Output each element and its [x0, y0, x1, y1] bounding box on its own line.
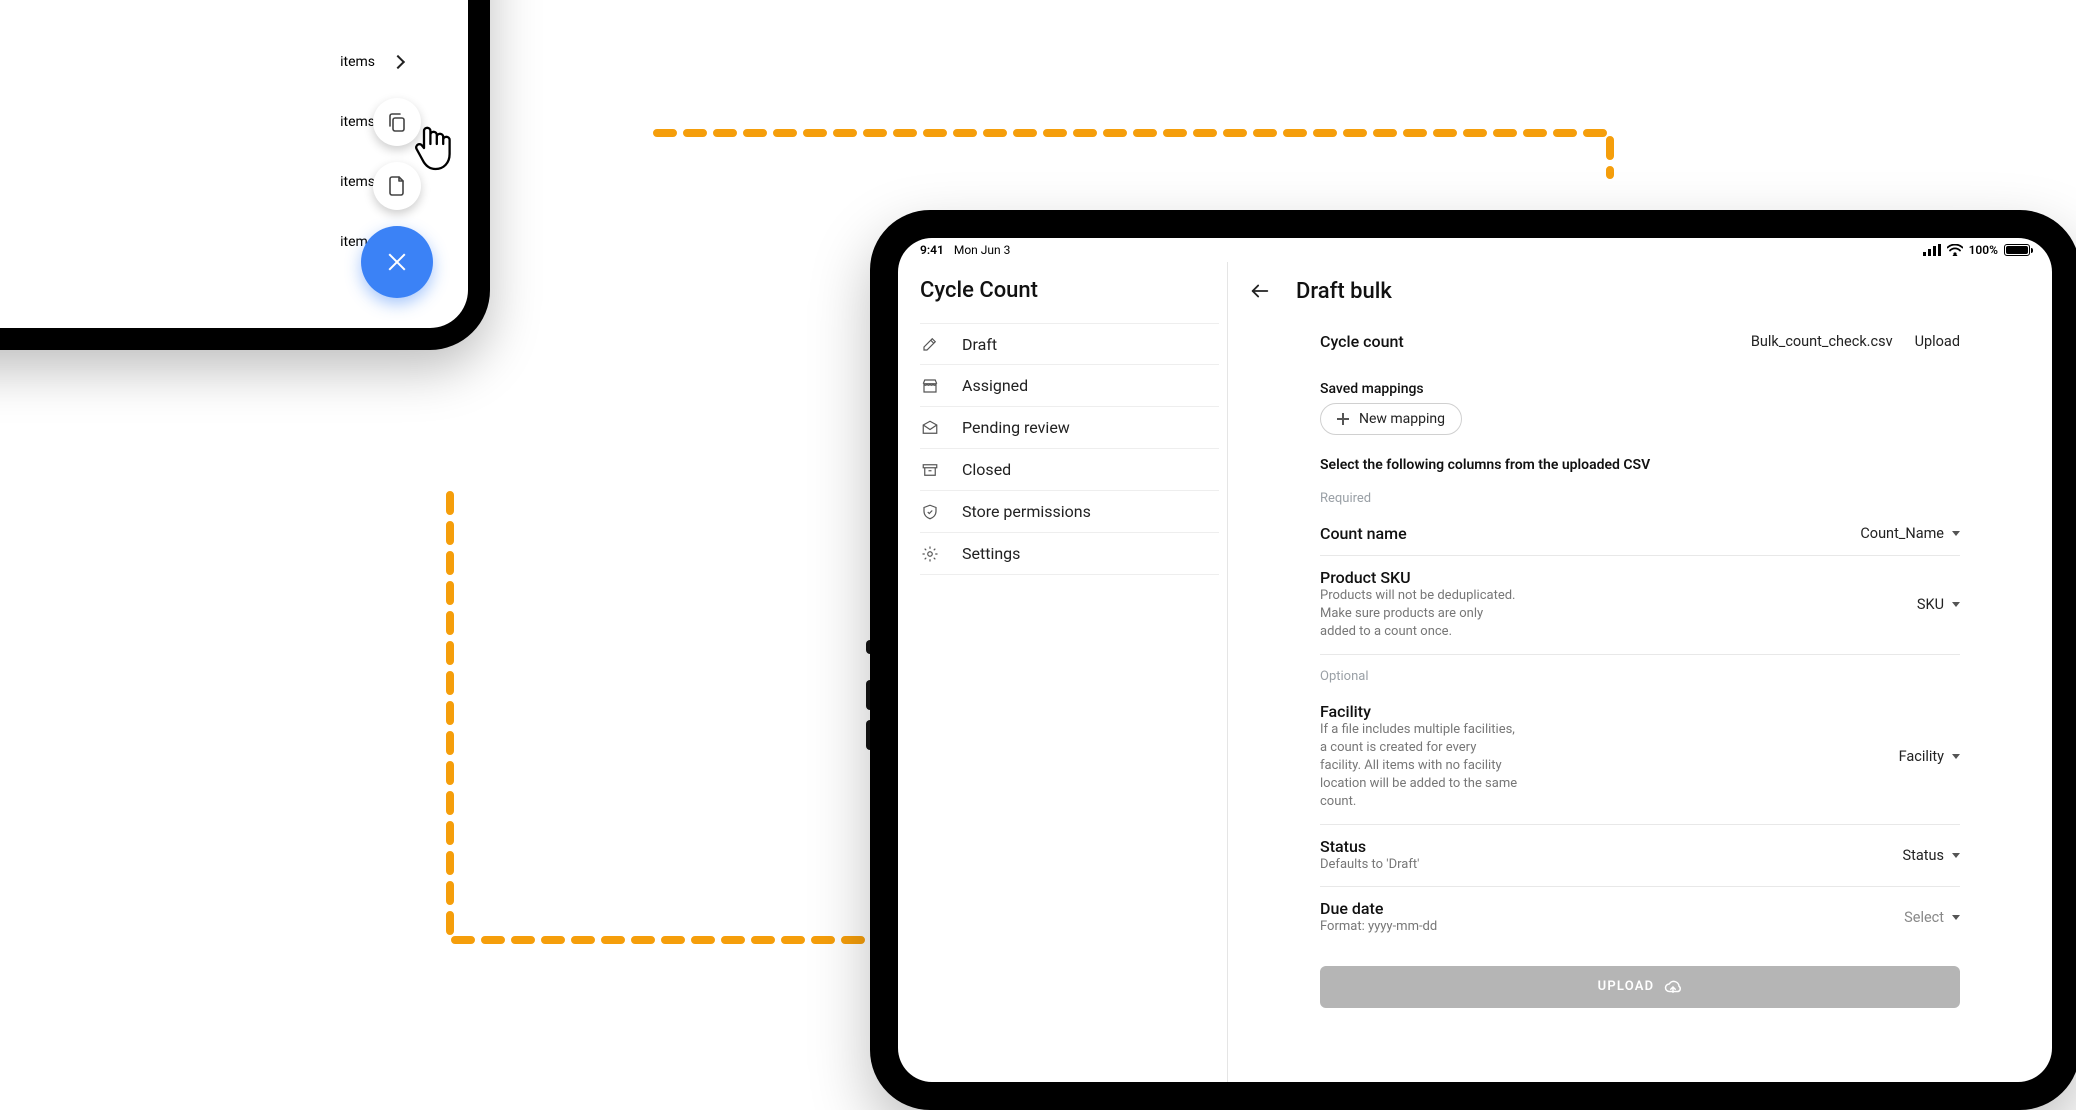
device-side-button [866, 720, 870, 750]
plus-icon [1337, 413, 1349, 425]
select-value: Status [1903, 847, 1944, 864]
cloud-upload-icon [1664, 978, 1682, 996]
status-bar: 9:41 Mon Jun 3 100% [898, 238, 2052, 262]
upload-button[interactable]: UPLOAD [1320, 966, 1960, 1008]
new-mapping-label: New mapping [1359, 411, 1445, 427]
gear-icon [920, 544, 940, 564]
close-icon [385, 250, 409, 274]
row-sub: Format: yyyy-mm-dd [1320, 918, 1437, 936]
tablet-right-screen: 9:41 Mon Jun 3 100% [898, 238, 2052, 1082]
store-icon [920, 376, 940, 396]
select-facility[interactable]: Facility [1899, 748, 1960, 765]
tablet-left-screen: items items items items [0, 0, 468, 328]
status-date: Mon Jun 3 [954, 243, 1011, 257]
select-due-date[interactable]: Select [1904, 909, 1960, 926]
select-value: SKU [1917, 596, 1944, 613]
row-count-name: Count name Count_Name [1320, 512, 1960, 556]
select-status[interactable]: Status [1903, 847, 1960, 864]
document-fab[interactable] [373, 162, 421, 210]
sidebar-item-store-permissions[interactable]: Store permissions [920, 491, 1219, 533]
shield-icon [920, 502, 940, 522]
row-sub: If a file includes multiple facilities, … [1320, 721, 1520, 812]
archive-icon [920, 460, 940, 480]
upload-button-label: UPLOAD [1598, 979, 1655, 994]
sidebar-item-label: Assigned [962, 376, 1028, 395]
row-due-date: Due date Format: yyyy-mm-dd Select [1320, 887, 1960, 948]
edit-icon [920, 334, 940, 354]
row-title: Facility [1320, 702, 1520, 721]
sidebar: Cycle Count Draft Assigned [898, 262, 1228, 1082]
row-facility: Facility If a file includes multiple fac… [1320, 690, 1960, 825]
select-value: Select [1904, 909, 1944, 926]
chevron-down-icon [1952, 754, 1960, 759]
required-section-label: Required [1320, 477, 1960, 512]
list-item-label: items [340, 54, 375, 70]
chevron-down-icon [1952, 915, 1960, 920]
cycle-count-row: Cycle count Bulk_count_check.csv Upload [1320, 320, 1960, 363]
sidebar-title: Cycle Count [898, 268, 1227, 323]
wifi-icon [1947, 244, 1963, 256]
sidebar-item-label: Closed [962, 460, 1011, 479]
saved-mappings-label: Saved mappings [1320, 363, 1960, 403]
chevron-down-icon [1952, 602, 1960, 607]
row-title: Product SKU [1320, 568, 1520, 587]
cell-signal-icon [1923, 244, 1941, 256]
chevron-right-icon [391, 55, 405, 69]
mail-open-icon [920, 418, 940, 438]
sidebar-item-label: Draft [962, 335, 997, 354]
row-title: Due date [1320, 899, 1437, 918]
row-status: Status Defaults to 'Draft' Status [1320, 825, 1960, 887]
duplicate-icon [385, 110, 409, 134]
main-header: Draft bulk [1228, 262, 2052, 320]
select-product-sku[interactable]: SKU [1917, 596, 1960, 613]
duplicate-fab[interactable] [373, 98, 421, 146]
select-count-name[interactable]: Count_Name [1860, 525, 1960, 542]
main-panel: Draft bulk Cycle count Bulk_count_check.… [1228, 262, 2052, 1082]
upload-link[interactable]: Upload [1915, 333, 1960, 350]
sidebar-item-label: Pending review [962, 418, 1070, 437]
fab-stack [361, 98, 433, 298]
cycle-count-label: Cycle count [1320, 332, 1404, 351]
select-value: Count_Name [1860, 525, 1944, 542]
device-side-button [866, 640, 870, 654]
sidebar-item-label: Settings [962, 544, 1020, 563]
device-side-button [866, 680, 870, 710]
battery-icon [2004, 244, 2030, 256]
tablet-left-frame: items items items items [0, 0, 490, 350]
uploaded-file-name: Bulk_count_check.csv [1751, 333, 1893, 350]
chevron-down-icon [1952, 531, 1960, 536]
instruction-text: Select the following columns from the up… [1320, 435, 1960, 477]
sidebar-item-label: Store permissions [962, 502, 1091, 521]
chevron-down-icon [1952, 853, 1960, 858]
list-item[interactable]: items [340, 32, 403, 92]
status-time: 9:41 [920, 243, 944, 257]
sidebar-item-assigned[interactable]: Assigned [920, 365, 1219, 407]
document-icon [385, 174, 409, 198]
sidebar-item-draft[interactable]: Draft [920, 323, 1219, 365]
row-sub: Products will not be deduplicated. Make … [1320, 587, 1520, 642]
sidebar-item-closed[interactable]: Closed [920, 449, 1219, 491]
optional-section-label: Optional [1320, 655, 1960, 690]
sidebar-item-pending-review[interactable]: Pending review [920, 407, 1219, 449]
row-sub: Defaults to 'Draft' [1320, 856, 1419, 874]
close-fab[interactable] [361, 226, 433, 298]
new-mapping-button[interactable]: New mapping [1320, 403, 1462, 435]
status-battery-percent: 100% [1969, 243, 1998, 257]
back-button[interactable] [1246, 277, 1274, 305]
row-product-sku: Product SKU Products will not be dedupli… [1320, 556, 1960, 655]
row-title: Count name [1320, 524, 1407, 543]
row-title: Status [1320, 837, 1419, 856]
page-title: Draft bulk [1296, 279, 1392, 304]
sidebar-item-settings[interactable]: Settings [920, 533, 1219, 575]
select-value: Facility [1899, 748, 1944, 765]
tablet-right-frame: 9:41 Mon Jun 3 100% [870, 210, 2076, 1110]
arrow-left-icon [1249, 280, 1271, 302]
